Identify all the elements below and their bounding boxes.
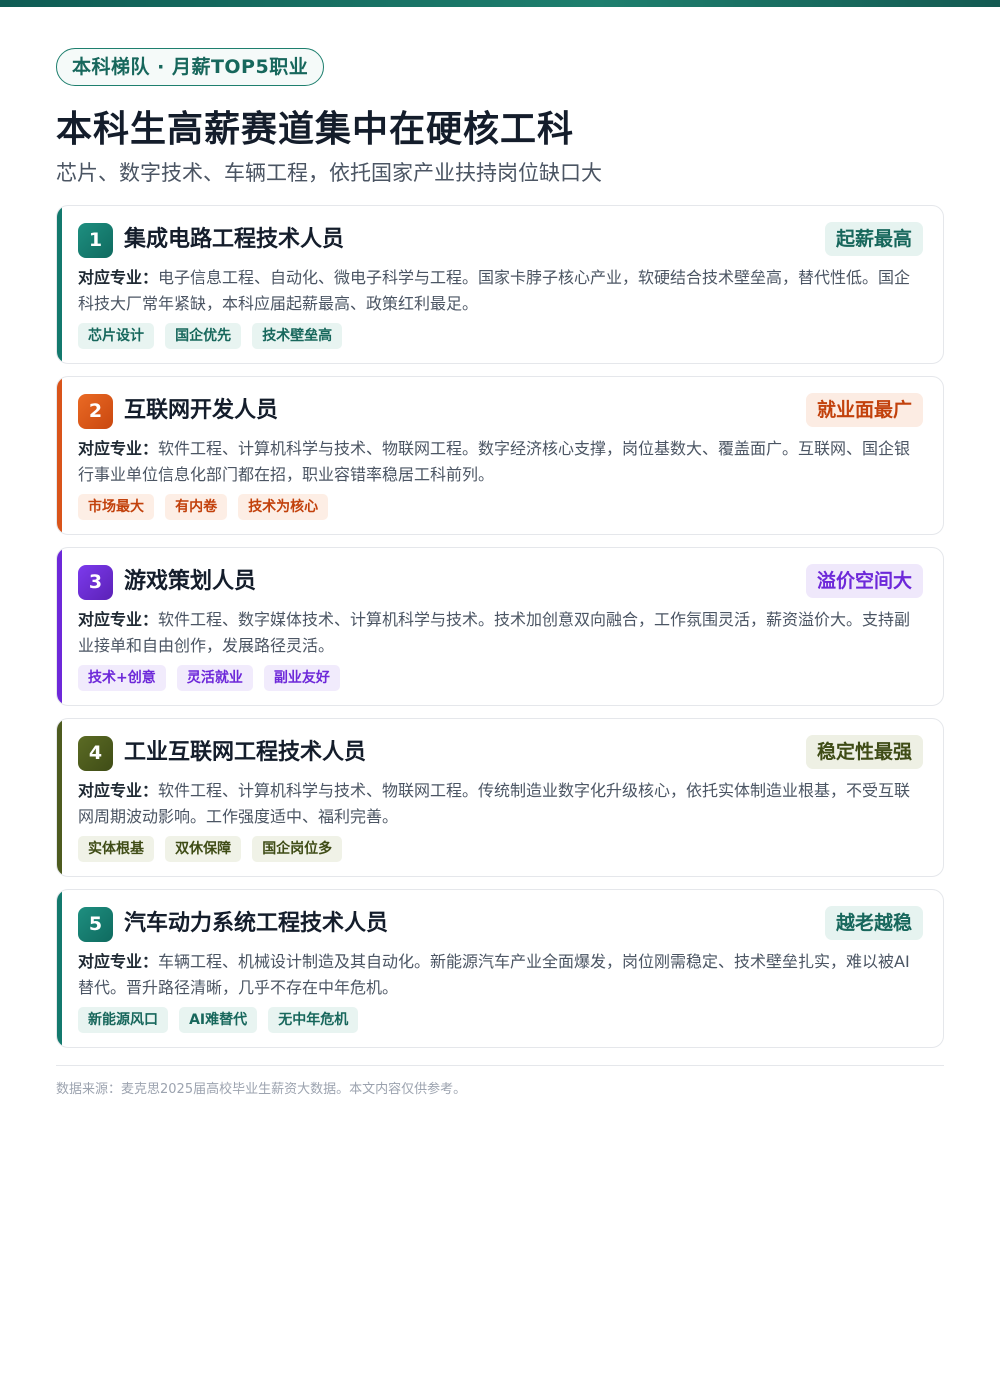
tag: 技术为核心	[238, 494, 329, 520]
tag: 双休保障	[165, 836, 242, 862]
desc-text: 软件工程、计算机科学与技术、物联网工程。数字经济核心支撑，岗位基数大、覆盖面广。…	[78, 439, 911, 484]
top-accent-bar	[0, 0, 1000, 7]
job-description: 对应专业：软件工程、数字媒体技术、计算机科学与技术。技术加创意双向融合，工作氛围…	[78, 607, 923, 659]
highlight-badge: 越老越稳	[824, 906, 923, 940]
tag: 副业友好	[263, 665, 340, 691]
tag: 技术+创意	[78, 665, 166, 691]
tag: 有内卷	[165, 494, 228, 520]
tag: 市场最大	[78, 494, 154, 520]
tag: 实体根基	[78, 836, 154, 862]
tag-list: 市场最大 有内卷 技术为核心	[78, 494, 923, 520]
card-accent-stripe	[57, 206, 62, 363]
job-title: 游戏策划人员	[124, 569, 257, 594]
desc-text: 车辆工程、机械设计制造及其自动化。新能源汽车产业全面爆发，岗位刚需稳定、技术壁垒…	[78, 952, 910, 997]
job-card-2: 2 互联网开发人员 就业面最广 对应专业：软件工程、计算机科学与技术、物联网工程…	[56, 376, 944, 535]
job-title: 互联网开发人员	[124, 398, 279, 423]
tag-list: 芯片设计 国企优先 技术壁垒高	[78, 323, 923, 349]
job-description: 对应专业：电子信息工程、自动化、微电子科学与工程。国家卡脖子核心产业，软硬结合技…	[78, 265, 923, 317]
job-title: 汽车动力系统工程技术人员	[124, 911, 389, 936]
tag-list: 实体根基 双休保障 国企岗位多	[78, 836, 923, 862]
desc-text: 软件工程、数字媒体技术、计算机科学与技术。技术加创意双向融合，工作氛围灵活，薪资…	[78, 610, 911, 655]
job-card-3: 3 游戏策划人员 溢价空间大 对应专业：软件工程、数字媒体技术、计算机科学与技术…	[56, 547, 944, 706]
job-card-4: 4 工业互联网工程技术人员 稳定性最强 对应专业：软件工程、计算机科学与技术、物…	[56, 718, 944, 877]
desc-label: 对应专业：	[78, 268, 159, 287]
desc-label: 对应专业：	[78, 439, 159, 458]
tag: AI难替代	[179, 1007, 258, 1033]
rank-number: 2	[78, 394, 113, 429]
card-accent-stripe	[57, 890, 62, 1047]
job-description: 对应专业：软件工程、计算机科学与技术、物联网工程。传统制造业数字化升级核心，依托…	[78, 778, 923, 830]
highlight-badge: 溢价空间大	[805, 564, 923, 598]
card-accent-stripe	[57, 719, 62, 876]
tag: 国企岗位多	[252, 836, 343, 862]
card-accent-stripe	[57, 548, 62, 705]
rank-number: 5	[78, 907, 113, 942]
desc-text: 软件工程、计算机科学与技术、物联网工程。传统制造业数字化升级核心，依托实体制造业…	[78, 781, 911, 826]
desc-label: 对应专业：	[78, 781, 159, 800]
tag: 无中年危机	[268, 1007, 359, 1033]
rank-number: 4	[78, 736, 113, 771]
rank-number: 1	[78, 223, 113, 258]
highlight-badge: 就业面最广	[805, 393, 923, 427]
tag: 技术壁垒高	[252, 323, 343, 349]
job-card-1: 1 集成电路工程技术人员 起薪最高 对应专业：电子信息工程、自动化、微电子科学与…	[56, 205, 944, 364]
rank-number: 3	[78, 565, 113, 600]
tag: 芯片设计	[78, 323, 154, 349]
card-accent-stripe	[57, 377, 62, 534]
job-card-list: 1 集成电路工程技术人员 起薪最高 对应专业：电子信息工程、自动化、微电子科学与…	[56, 205, 944, 1048]
tag-list: 新能源风口 AI难替代 无中年危机	[78, 1007, 923, 1033]
tag: 新能源风口	[78, 1007, 168, 1033]
page-content: 本科梯队 · 月薪TOP5职业 本科生高薪赛道集中在硬核工科 芯片、数字技术、车…	[56, 48, 944, 1060]
highlight-badge: 稳定性最强	[805, 735, 923, 769]
desc-text: 电子信息工程、自动化、微电子科学与工程。国家卡脖子核心产业，软硬结合技术壁垒高，…	[78, 268, 911, 313]
tag: 灵活就业	[176, 665, 253, 691]
source-footnote: 数据来源：麦克思2025届高校毕业生薪资大数据。本文内容仅供参考。	[56, 1065, 944, 1097]
job-description: 对应专业：车辆工程、机械设计制造及其自动化。新能源汽车产业全面爆发，岗位刚需稳定…	[78, 949, 923, 1001]
tag: 国企优先	[165, 323, 242, 349]
desc-label: 对应专业：	[78, 952, 159, 971]
page-subtitle: 芯片、数字技术、车辆工程，依托国家产业扶持岗位缺口大	[56, 161, 602, 185]
category-pill: 本科梯队 · 月薪TOP5职业	[56, 48, 325, 86]
job-card-5: 5 汽车动力系统工程技术人员 越老越稳 对应专业：车辆工程、机械设计制造及其自动…	[56, 889, 944, 1048]
job-title: 集成电路工程技术人员	[124, 227, 345, 252]
job-title: 工业互联网工程技术人员	[124, 740, 367, 765]
page-title: 本科生高薪赛道集中在硬核工科	[56, 109, 575, 150]
tag-list: 技术+创意 灵活就业 副业友好	[78, 665, 923, 691]
highlight-badge: 起薪最高	[824, 222, 923, 256]
job-description: 对应专业：软件工程、计算机科学与技术、物联网工程。数字经济核心支撑，岗位基数大、…	[78, 436, 923, 488]
desc-label: 对应专业：	[78, 610, 159, 629]
